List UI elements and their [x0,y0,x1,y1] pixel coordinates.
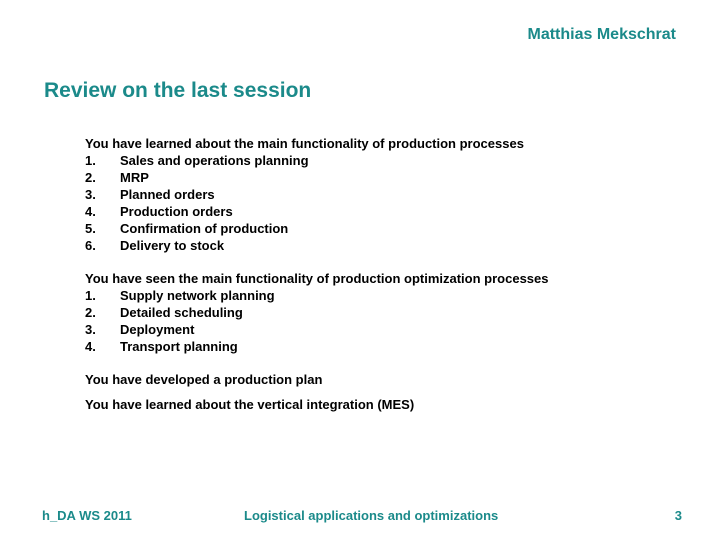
block-production-processes: You have learned about the main function… [85,135,549,254]
list-text: Production orders [120,204,233,219]
list-text: Transport planning [120,339,238,354]
list-number: 3. [85,187,96,202]
footer-lecture-title: Logistical applications and optimization… [244,508,499,523]
block-intro: You have seen the main functionality of … [85,271,549,286]
list-number: 5. [85,221,96,236]
list-item: 1. Sales and operations planning [85,152,549,169]
list-item: 1. Supply network planning [85,287,549,304]
list-text: Detailed scheduling [120,305,243,320]
slide-title: Review on the last session [44,79,312,102]
list-text: Planned orders [120,187,215,202]
block-optimization-processes: You have seen the main functionality of … [85,270,549,355]
block-intro: You have learned about the vertical inte… [85,397,415,412]
block-production-plan: You have developed a production plan [85,371,549,388]
author-name: Matthias Mekschrat [527,26,677,43]
footer-course: h_DA WS 2011 [42,508,132,523]
block-intro: You have learned about the main function… [85,136,524,151]
list-text: Delivery to stock [120,238,225,253]
list-item: 2. MRP [85,169,549,186]
list-item: 4. Transport planning [85,338,549,355]
list-number: 4. [85,204,96,219]
list-item: 4. Production orders [85,203,549,220]
list-text: Deployment [120,322,195,337]
list-number: 2. [85,170,96,185]
list-text: Sales and operations planning [120,153,309,168]
list-number: 1. [85,153,96,168]
block-intro: You have developed a production plan [85,372,323,387]
list-number: 3. [85,322,96,337]
list-item: 3. Planned orders [85,186,549,203]
list-item: 2. Detailed scheduling [85,304,549,321]
list-text: MRP [120,170,149,185]
list-number: 6. [85,238,96,253]
page-number: 3 [674,508,682,523]
list-item: 6. Delivery to stock [85,237,549,254]
list-text: Confirmation of production [120,221,289,236]
list-text: Supply network planning [120,288,275,303]
block-vertical-integration: You have learned about the vertical inte… [85,396,549,413]
slide-content: You have learned about the main function… [85,135,549,429]
list-number: 1. [85,288,96,303]
list-number: 4. [85,339,96,354]
list-item: 3. Deployment [85,321,549,338]
list-item: 5. Confirmation of production [85,220,549,237]
list-number: 2. [85,305,96,320]
